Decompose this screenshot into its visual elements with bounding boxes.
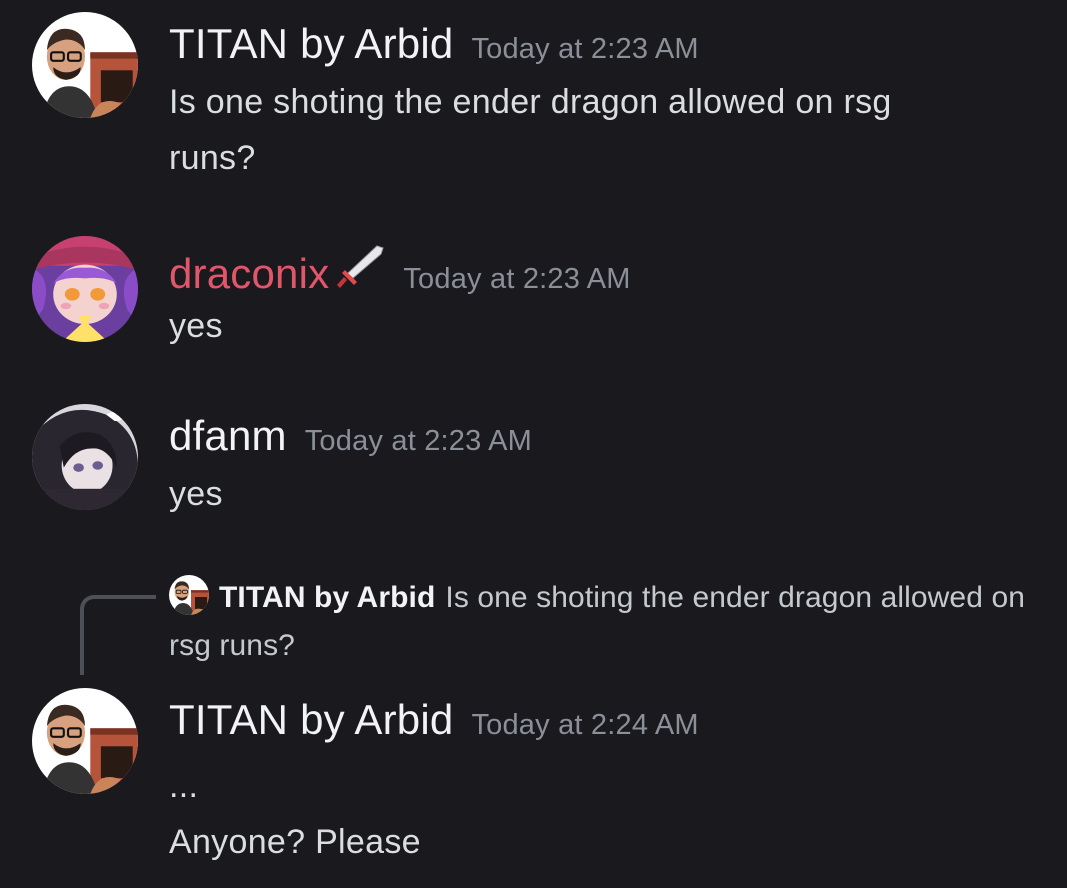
reply-connector xyxy=(80,595,156,675)
message-header: dfanm Today at 2:23 AM xyxy=(169,412,532,460)
user-avatar-dfanm xyxy=(32,404,138,510)
message-header: TITAN by Arbid Today at 2:24 AM xyxy=(169,696,699,744)
chat-message-list: TITAN by Arbid Today at 2:23 AM Is one sh… xyxy=(0,0,1067,888)
user-avatar-titan xyxy=(32,12,138,118)
message-line: Is one shoting the ender dragon allowed … xyxy=(169,83,892,121)
username[interactable]: TITAN by Arbid xyxy=(169,20,453,67)
timestamp: Today at 2:23 AM xyxy=(304,425,533,457)
reply-avatar xyxy=(169,575,209,615)
message-line: ... xyxy=(169,767,199,805)
avatar[interactable] xyxy=(32,688,138,794)
user-avatar-draconix xyxy=(32,236,138,342)
message-content: yes xyxy=(169,466,1019,522)
message-content: yes xyxy=(169,298,1019,354)
message-header: TITAN by Arbid Today at 2:23 AM xyxy=(169,20,699,68)
message-line: yes xyxy=(169,307,223,345)
timestamp: Today at 2:23 AM xyxy=(471,33,699,65)
message-line: yes xyxy=(169,475,223,513)
avatar[interactable] xyxy=(32,12,138,118)
avatar[interactable] xyxy=(32,236,138,342)
timestamp: Today at 2:24 AM xyxy=(471,709,699,741)
reply-username[interactable]: TITAN by Arbid xyxy=(219,581,435,614)
username[interactable]: TITAN by Arbid xyxy=(169,696,453,743)
avatar[interactable] xyxy=(32,404,138,510)
message-line: runs? xyxy=(169,139,256,177)
message-content: Is one shoting the ender dragon allowed … xyxy=(169,74,1019,186)
sword-icon xyxy=(335,244,385,292)
username[interactable]: draconix xyxy=(169,250,329,297)
timestamp: Today at 2:23 AM xyxy=(403,263,631,295)
message-header: draconix Today at 2:23 AM xyxy=(169,244,631,298)
reply-preview[interactable]: TITAN by Arbid Is one shoting the ender d… xyxy=(169,574,1049,670)
message-content: ... Anyone? Please xyxy=(169,758,1019,870)
username[interactable]: dfanm xyxy=(169,412,287,459)
message-line: Anyone? Please xyxy=(169,823,421,861)
user-avatar-titan xyxy=(32,688,138,794)
